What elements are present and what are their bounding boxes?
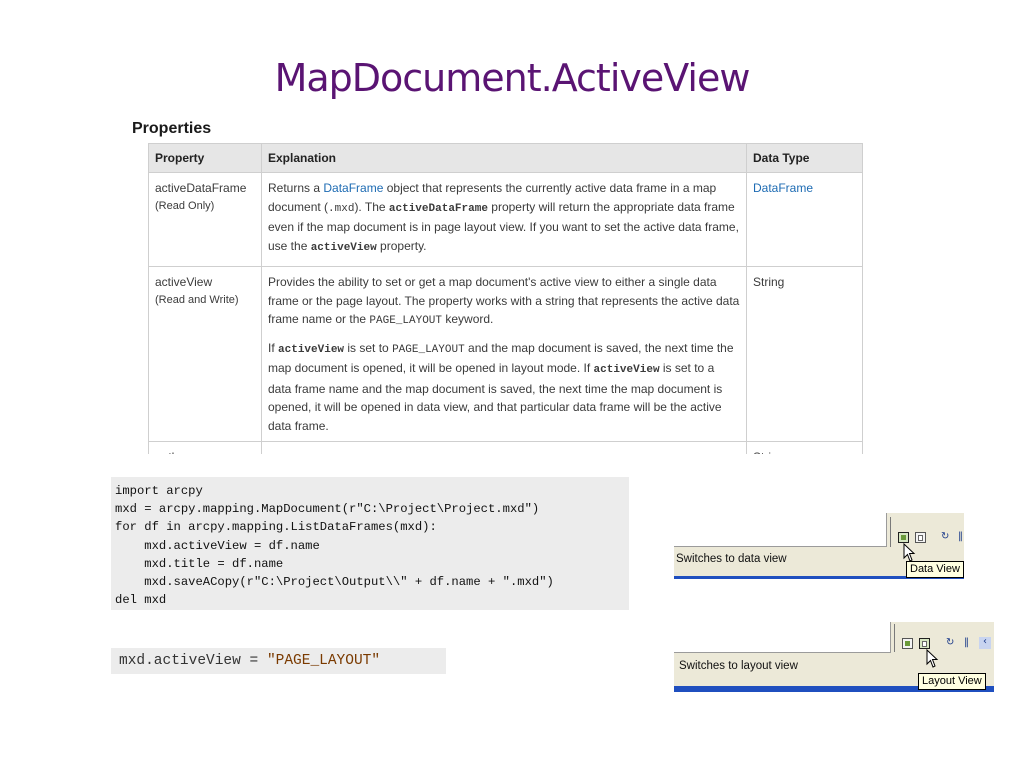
property-name: activeDataFrame bbox=[155, 181, 247, 195]
explanation-text: ). The bbox=[354, 199, 389, 214]
explanation-text: is set to bbox=[344, 340, 393, 355]
explanation-paragraph: If activeView is set to PAGE_LAYOUT and … bbox=[268, 339, 740, 436]
table-row: activeDataFrame (Read Only) Returns a Da… bbox=[148, 172, 863, 267]
explanation-paragraph: Provides the ability to set or get a map… bbox=[268, 273, 740, 331]
slide-title: MapDocument.ActiveView bbox=[274, 56, 751, 100]
back-arrow-icon[interactable]: ‹ bbox=[979, 637, 991, 649]
code-snippet: mxd.activeView = "PAGE_LAYOUT" bbox=[111, 648, 446, 674]
column-header-property: Property bbox=[148, 143, 262, 173]
inline-code-bold: activeDataFrame bbox=[388, 202, 488, 215]
code-line: for df in arcpy.mapping.ListDataFrames(m… bbox=[115, 520, 437, 535]
property-access: (Read and Write) bbox=[155, 293, 239, 306]
data-view-tooltip: Data View bbox=[906, 561, 964, 578]
table-header-row: Property Explanation Data Type bbox=[148, 143, 863, 173]
data-type-link[interactable]: DataFrame bbox=[753, 181, 813, 195]
inline-code-bold: activeView bbox=[310, 241, 377, 254]
layout-view-tooltip: Layout View bbox=[918, 673, 986, 690]
explanation-text: keyword. bbox=[442, 312, 494, 326]
property-name: author bbox=[155, 450, 189, 454]
code-line: del mxd bbox=[115, 593, 167, 608]
column-header-explanation: Explanation bbox=[261, 143, 747, 173]
properties-heading: Properties bbox=[132, 120, 212, 137]
inline-code: PAGE_LAYOUT bbox=[392, 343, 465, 356]
data-type-cell: String bbox=[746, 441, 863, 454]
layout-view-screenshot: ↻ ‖ ‹ Switches to layout view Layout Vie… bbox=[674, 622, 994, 692]
explanation-cell bbox=[261, 441, 747, 454]
code-line: mxd.saveACopy(r"C:\Project\Output\\" + d… bbox=[115, 575, 554, 590]
refresh-icon[interactable]: ↻ bbox=[946, 638, 954, 648]
table-row: author String bbox=[148, 441, 863, 454]
explanation-text: Returns a bbox=[268, 181, 324, 195]
layout-view-icon bbox=[922, 641, 927, 647]
refresh-icon[interactable]: ↻ bbox=[941, 532, 949, 542]
map-pane bbox=[674, 513, 887, 547]
toolbar-separator bbox=[894, 624, 895, 652]
data-view-button[interactable] bbox=[898, 532, 909, 543]
code-line: mxd.activeView = df.name bbox=[115, 538, 320, 553]
mouse-cursor-icon bbox=[926, 649, 939, 668]
map-pane bbox=[674, 622, 891, 653]
data-type: String bbox=[753, 275, 785, 289]
explanation-cell: Returns a DataFrame object that represen… bbox=[261, 172, 747, 267]
properties-table: Property Explanation Data Type activeDat… bbox=[148, 143, 863, 454]
status-text: Switches to data view bbox=[676, 553, 787, 565]
pause-icon[interactable]: ‖ bbox=[964, 638, 969, 648]
column-header-data-type: Data Type bbox=[746, 143, 863, 173]
inline-code-bold: activeView bbox=[278, 343, 345, 356]
dataframe-link[interactable]: DataFrame bbox=[323, 181, 383, 195]
data-view-icon bbox=[905, 641, 910, 646]
explanation-text: If bbox=[268, 340, 279, 355]
toolbar-separator bbox=[890, 517, 891, 547]
data-type-cell: DataFrame bbox=[746, 172, 863, 267]
explanation-cell: Provides the ability to set or get a map… bbox=[261, 266, 747, 442]
property-cell: activeDataFrame (Read Only) bbox=[148, 172, 262, 267]
property-cell: activeView (Read and Write) bbox=[148, 266, 262, 442]
explanation-text: Provides the ability to set or get a map… bbox=[268, 275, 740, 326]
data-view-screenshot: ↻ ‖ Switches to data view Data View bbox=[674, 513, 964, 579]
code-line: mxd.title = df.name bbox=[115, 556, 284, 571]
mouse-cursor-icon bbox=[903, 543, 916, 562]
code-line: mxd = arcpy.mapping.MapDocument(r"C:\Pro… bbox=[115, 502, 540, 517]
explanation-text: property. bbox=[376, 238, 427, 253]
properties-table-container: Property Explanation Data Type activeDat… bbox=[148, 143, 863, 454]
layout-view-button[interactable] bbox=[915, 532, 926, 543]
property-cell: author bbox=[148, 441, 262, 454]
snippet-string: "PAGE_LAYOUT" bbox=[266, 653, 381, 669]
inline-code: PAGE_LAYOUT bbox=[369, 315, 443, 327]
inline-code: .mxd bbox=[328, 202, 355, 215]
inline-code-bold: activeView bbox=[593, 364, 660, 376]
property-access: (Read Only) bbox=[155, 199, 215, 212]
pause-icon[interactable]: ‖ bbox=[958, 532, 963, 542]
table-row: activeView (Read and Write) Provides the… bbox=[148, 266, 863, 442]
layout-view-button[interactable] bbox=[919, 638, 930, 649]
data-type-cell: String bbox=[746, 266, 863, 442]
data-type: String bbox=[753, 450, 784, 454]
snippet-code: mxd.activeView = bbox=[119, 653, 267, 669]
data-view-icon bbox=[901, 535, 906, 540]
layout-view-icon bbox=[918, 535, 923, 541]
data-view-button[interactable] bbox=[902, 638, 913, 649]
status-text: Switches to layout view bbox=[679, 660, 798, 672]
code-line: import arcpy bbox=[115, 484, 203, 498]
code-block: import arcpy mxd = arcpy.mapping.MapDocum… bbox=[111, 477, 629, 610]
property-name: activeView bbox=[155, 275, 213, 289]
